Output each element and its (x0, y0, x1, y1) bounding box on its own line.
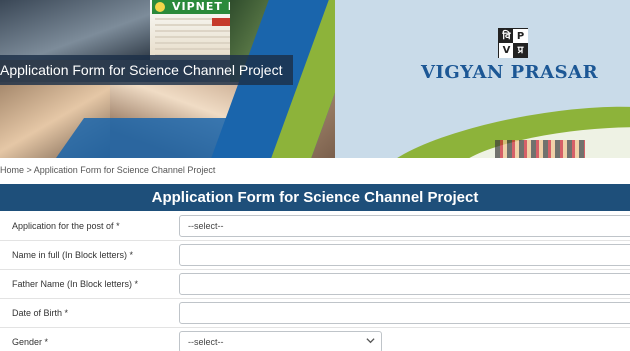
chevron-down-icon (366, 336, 375, 348)
gender-label: Gender * (12, 337, 49, 347)
name-input[interactable] (179, 244, 630, 266)
banner-crowd-photo (495, 140, 585, 158)
breadcrumb-current: Application Form for Science Channel Pro… (33, 165, 216, 175)
breadcrumb-separator: > (24, 165, 34, 175)
form-row-gender: Gender * --select-- (0, 328, 630, 351)
banner-photo-collage: VIPNET NEWS Application Form for Science… (0, 0, 335, 158)
form-row-dob: Date of Birth * (0, 299, 630, 328)
form-row-father-name: Father Name (In Block letters) * (0, 270, 630, 299)
post-label: Application for the post of * (12, 221, 120, 231)
banner-photo (0, 0, 150, 60)
logo-glyph: V (499, 43, 514, 58)
banner-title-bar: Application Form for Science Channel Pro… (0, 55, 293, 85)
dob-label: Date of Birth * (12, 308, 69, 318)
form-row-name: Name in full (In Block letters) * (0, 241, 630, 270)
form-row-post: Application for the post of * --select-- (0, 212, 630, 241)
logo-glyph: वि (499, 29, 514, 44)
father-name-input[interactable] (179, 273, 630, 295)
logo-glyph: प्र (513, 43, 528, 58)
dob-input[interactable] (179, 302, 630, 324)
gender-select[interactable]: --select-- (179, 331, 382, 351)
news-emblem-icon (155, 2, 165, 12)
vigyan-prasar-logo[interactable]: वि P V प्र (498, 28, 528, 58)
form-heading: Application Form for Science Channel Pro… (0, 184, 630, 211)
breadcrumb-home-link[interactable]: Home (0, 165, 24, 175)
breadcrumb: Home > Application Form for Science Chan… (0, 165, 215, 175)
header-banner: VIPNET NEWS Application Form for Science… (0, 0, 630, 158)
post-select-value: --select-- (188, 221, 224, 231)
brand-name[interactable]: VIGYAN PRASAR (421, 62, 598, 83)
name-label: Name in full (In Block letters) * (12, 250, 134, 260)
banner-title: Application Form for Science Channel Pro… (0, 62, 283, 78)
father-name-label: Father Name (In Block letters) * (12, 279, 139, 289)
post-select[interactable]: --select-- (179, 215, 630, 237)
gender-select-value: --select-- (188, 337, 224, 347)
logo-glyph: P (513, 29, 528, 44)
